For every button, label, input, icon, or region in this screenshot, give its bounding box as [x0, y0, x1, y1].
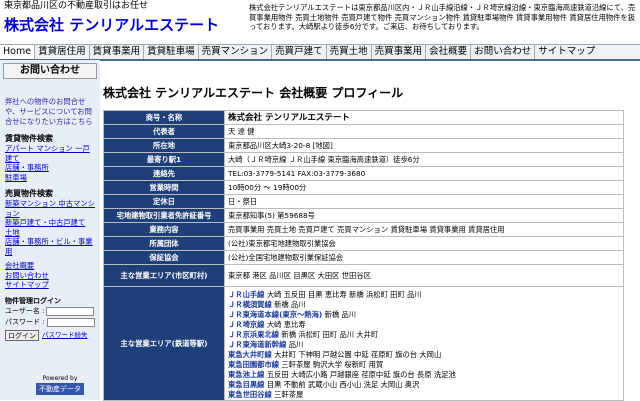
nav-rent-residential[interactable]: 賃貸居住用: [34, 45, 89, 59]
nav-sale-land[interactable]: 売買土地: [325, 45, 371, 59]
powered-by-text: Powered by: [42, 375, 78, 382]
row-label: 業務内容: [103, 222, 225, 237]
contact-description: 弊社への物件のお問合せや、サービスについてお問合せになりたい方はこちら: [5, 97, 93, 126]
table-row: 商号・名称 株式会社 テンリアルエステート: [103, 110, 624, 125]
row-label: 保証協会: [103, 250, 225, 265]
main-nav: Home 賃貸居住用 賃貸事業用 賃貸駐車場 売買マンション 売買戸建て 売買土…: [0, 44, 640, 61]
table-row: 最寄り駅1 大崎（ＪＲ埼京線 ＪＲ山手線 東京臨海高速鉄道）徒歩6分: [103, 152, 624, 167]
table-row: 所属団体 (公社)東京都宅地建物取引業協会: [103, 236, 624, 251]
sidebar-link-sale-house[interactable]: 新築戸建て・中古戸建て: [0, 218, 100, 228]
sidebar-link-rent-apartment[interactable]: アパート マンション 一戸建て: [0, 144, 100, 163]
table-row: 業務内容 売買事業用 売買土地 売買戸建て 売買マンション 賃貸駐車場 賃貸事業用…: [103, 222, 624, 237]
sidebar-link-contact[interactable]: お問い合わせ: [0, 271, 100, 281]
rent-search-heading: 賃貸物件検索: [5, 134, 53, 143]
nav-sale-mansion[interactable]: 売買マンション: [197, 45, 272, 59]
row-value: TEL:03-3779-5141 FAX:03-3779-3680: [224, 166, 624, 181]
sidebar-link-rent-parking[interactable]: 駐車場: [0, 173, 100, 183]
password-row: パスワード :: [0, 317, 100, 328]
table-row: 連絡先 TEL:03-3779-5141 FAX:03-3779-3680: [103, 166, 624, 181]
nav-company[interactable]: 会社概要: [425, 45, 470, 59]
area-line: ＪＲ山手線 大崎 五反田 目黒 恵比寿 新橋 浜松町 田町 品川: [228, 290, 422, 299]
company-profile-table: 商号・名称 株式会社 テンリアルエステート 代表者天 達 健 所在地 東京都品川区大…: [103, 110, 624, 401]
sidebar: お問い合わせ 弊社への物件のお問合せや、サービスについてお問合せになりたい方はこ…: [0, 60, 100, 400]
area-lines: ＪＲ山手線 大崎 五反田 目黒 恵比寿 新橋 浜松町 田町 品川 ＪＲ横須賀線 …: [224, 286, 624, 401]
row-value: 売買事業用 売買土地 売買戸建て 売買マンション 賃貸駐車場 賃貸事業用 賃貸居…: [224, 222, 624, 237]
username-label: ユーザー名 :: [5, 307, 45, 315]
row-label: 所属団体: [103, 236, 225, 251]
password-input[interactable]: [46, 317, 95, 327]
page-title: 株式会社 テンリアルエステート 会社概要 プロフィール: [103, 86, 404, 100]
table-row: 保証協会 (公社)全国宅地建物取引業保証協会: [103, 250, 624, 265]
header-intro-text: 株式会社テンリアルエステートは東京都品川区内・ＪＲ山手線沿線・ＪＲ埼京線沿線・東…: [249, 3, 636, 32]
nav-contact[interactable]: お問い合わせ: [470, 45, 534, 59]
sidebar-link-rent-store[interactable]: 店舗・事務所: [0, 163, 100, 173]
forgot-password-link[interactable]: パスワード紛失: [42, 329, 88, 339]
row-value: 株式会社 テンリアルエステート: [224, 110, 624, 125]
sale-search-heading: 売買物件検索: [5, 189, 53, 198]
area-line: ＪＲ横須賀線 新橋 品川: [228, 300, 306, 309]
powered-logo[interactable]: 不動産データ: [36, 383, 84, 395]
contact-button[interactable]: お問い合わせ: [3, 63, 97, 79]
table-row: 代表者天 達 健: [103, 124, 624, 139]
row-label: 連絡先: [103, 166, 225, 181]
area-line: 東急大井町線 大井町 下神明 戸越公園 中延 荏原町 旗の台 大岡山: [228, 350, 442, 359]
row-label: 定休日: [103, 194, 225, 209]
row-value: 天 達 健: [224, 124, 624, 139]
powered-by: Powered by 不動産データ: [36, 375, 84, 395]
row-label: 主な営業エリア(鉄道等駅): [103, 286, 225, 401]
area-line: 東急池上線 五反田 大崎広小路 戸越銀座 荏原中延 旗の台 長原 洗足池: [228, 370, 456, 379]
row-label: 営業時間: [103, 180, 225, 195]
area-line: ＪＲ東海道新幹線 品川: [228, 340, 304, 349]
login-button[interactable]: ログイン: [5, 329, 39, 341]
row-value: 日・祭日: [224, 194, 624, 209]
site-header: 東京都品川区の不動産取引はお任せ 株式会社 テンリアルエステート: [4, 0, 244, 36]
row-label: 所在地: [103, 138, 225, 153]
area-line: 東急田園都市線 三軒茶屋 駒沢大学 桜新町 用賀: [228, 360, 384, 369]
login-title: 物件管理ログイン: [5, 296, 61, 305]
username-input[interactable]: [46, 306, 95, 316]
sidebar-link-sale-mansion[interactable]: 新築マンション 中古マンション: [0, 199, 100, 218]
row-label: 代表者: [103, 124, 225, 139]
sidebar-link-sale-land[interactable]: 土地: [0, 228, 100, 238]
row-label: 商号・名称: [103, 110, 225, 125]
area-line: 東急目黒線 目黒 不動前 武蔵小山 西小山 洗足 大岡山 奥沢: [228, 380, 420, 389]
row-value: (公社)東京都宅地建物取引業協会: [224, 236, 624, 251]
table-row: 定休日 日・祭日: [103, 194, 624, 209]
site-logo-title[interactable]: 株式会社 テンリアルエステート: [4, 14, 244, 36]
area-line: ＪＲ埼京線 大崎 恵比寿: [228, 320, 306, 329]
sidebar-link-company[interactable]: 会社概要: [0, 261, 100, 271]
row-value: 東京都知事(5) 第59688号: [224, 208, 624, 223]
table-row: 主な営業エリア(鉄道等駅) ＪＲ山手線 大崎 五反田 目黒 恵比寿 新橋 浜松町…: [103, 286, 624, 401]
nav-home[interactable]: Home: [0, 45, 35, 59]
row-label: 主な営業エリア(市区町村): [103, 264, 225, 287]
row-label: 最寄り駅1: [103, 152, 225, 167]
table-row: 営業時間 10時00分 ～ 19時00分: [103, 180, 624, 195]
table-row: 主な営業エリア(市区町村) 東京都 港区 品川区 目黒区 大田区 世田谷区: [103, 264, 624, 287]
sidebar-link-sale-business[interactable]: 店舗・事務所・ビル・事業用: [0, 237, 100, 256]
row-value: 10時00分 ～ 19時00分: [224, 180, 624, 195]
area-line: ＪＲ東海道本線(東京～熱海) 新橋 品川: [228, 310, 357, 319]
username-row: ユーザー名 :: [0, 306, 100, 317]
nav-rent-business[interactable]: 賃貸事業用: [88, 45, 144, 59]
address-value[interactable]: 東京都品川区大崎3-20-8 [地図]: [224, 138, 624, 153]
nav-sale-house[interactable]: 売買戸建て: [271, 45, 326, 59]
area-line: ＪＲ京浜東北線 新橋 浜松町 田町 品川 大井町: [228, 330, 379, 339]
row-value: 大崎（ＪＲ埼京線 ＪＲ山手線 東京臨海高速鉄道）徒歩6分: [224, 152, 624, 167]
table-row: 所在地 東京都品川区大崎3-20-8 [地図]: [103, 138, 624, 153]
row-label: 宅地建物取引業者免許証番号: [103, 208, 225, 223]
header-catchphrase: 東京都品川区の不動産取引はお任せ: [4, 1, 149, 11]
nav-sitemap[interactable]: サイトマップ: [534, 45, 598, 59]
nav-sale-business[interactable]: 売買事業用: [370, 45, 426, 59]
nav-rent-parking[interactable]: 賃貸駐車場: [143, 45, 198, 59]
password-label: パスワード :: [5, 318, 45, 326]
row-value: 東京都 港区 品川区 目黒区 大田区 世田谷区: [224, 264, 624, 287]
area-line: 東急世田谷線 三軒茶屋: [228, 390, 304, 399]
table-row: 宅地建物取引業者免許証番号 東京都知事(5) 第59688号: [103, 208, 624, 223]
sidebar-link-sitemap[interactable]: サイトマップ: [0, 280, 100, 290]
row-value: (公社)全国宅地建物取引業保証協会: [224, 250, 624, 265]
